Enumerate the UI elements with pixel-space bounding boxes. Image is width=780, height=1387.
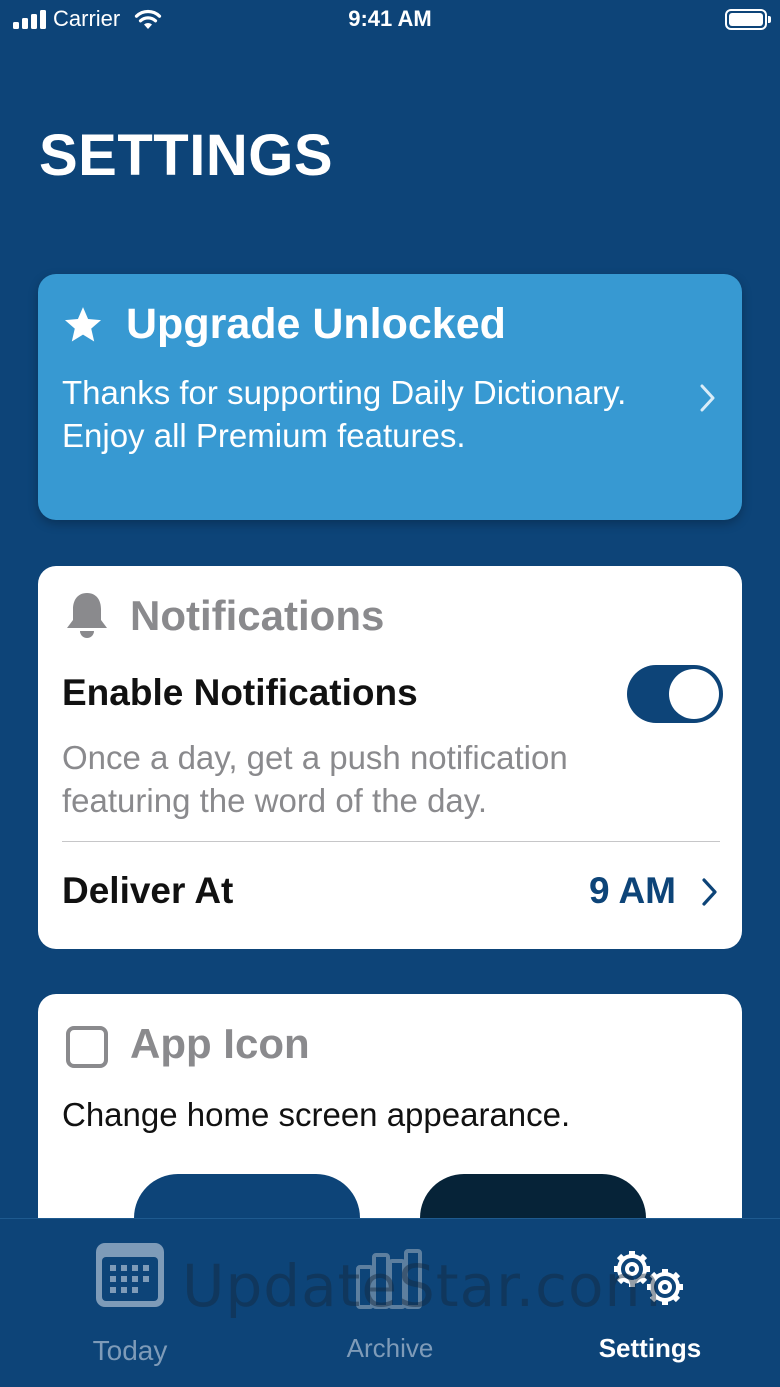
status-bar: Carrier 9:41 AM bbox=[0, 0, 780, 40]
toggle-knob bbox=[669, 669, 719, 719]
watermark: UpdateStar.com bbox=[182, 1252, 662, 1320]
page-title: SETTINGS bbox=[39, 123, 334, 188]
enable-notifications-label: Enable Notifications bbox=[62, 672, 418, 713]
enable-notifications-toggle[interactable] bbox=[627, 665, 723, 723]
upgrade-description: Thanks for supporting Daily Dictionary. … bbox=[62, 374, 627, 454]
chevron-right-icon[interactable] bbox=[702, 878, 718, 906]
tab-today-label: Today bbox=[92, 1335, 168, 1366]
status-time: 9:41 AM bbox=[348, 6, 432, 31]
notifications-title: Notifications bbox=[130, 592, 385, 639]
app-icon-title: App Icon bbox=[130, 1020, 310, 1067]
bell-icon bbox=[67, 593, 107, 638]
upgrade-title: Upgrade Unlocked bbox=[126, 300, 506, 348]
deliver-at-label[interactable]: Deliver At bbox=[62, 870, 233, 912]
notifications-description: Once a day, get a push notification feat… bbox=[62, 739, 568, 819]
chevron-right-icon bbox=[700, 384, 715, 412]
upgrade-card[interactable]: Upgrade Unlocked Thanks for supporting D… bbox=[38, 274, 742, 520]
app-icon-description: Change home screen appearance. bbox=[62, 1096, 571, 1133]
square-icon bbox=[66, 1026, 108, 1068]
divider bbox=[62, 841, 720, 842]
deliver-at-value[interactable]: 9 AM bbox=[589, 870, 676, 912]
star-icon bbox=[64, 307, 102, 342]
tab-settings-label: Settings bbox=[598, 1333, 702, 1363]
battery-icon bbox=[725, 9, 771, 30]
calendar-icon bbox=[96, 1243, 164, 1307]
notifications-card: Notifications Enable Notifications Once … bbox=[38, 566, 742, 949]
tab-archive-label: Archive bbox=[346, 1333, 434, 1363]
